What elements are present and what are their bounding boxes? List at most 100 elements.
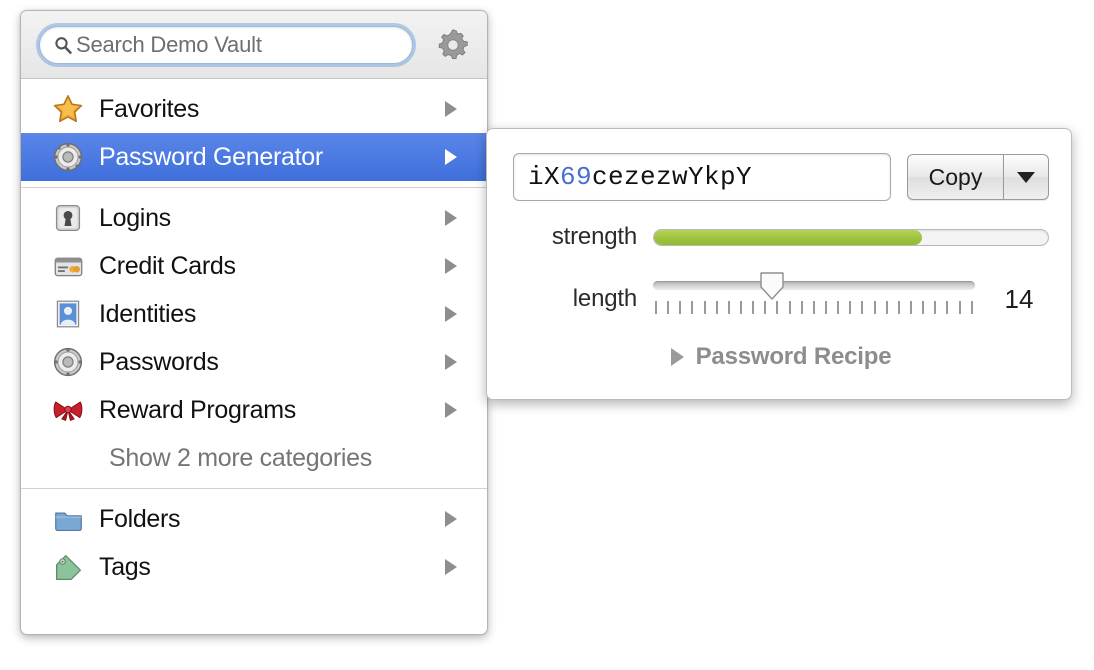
copy-button[interactable]: Copy — [907, 154, 1003, 200]
length-slider-thumb[interactable] — [757, 271, 787, 301]
sidebar-item-label: Favorites — [99, 94, 200, 123]
search-icon — [54, 36, 72, 54]
slider-tick — [752, 301, 755, 314]
password-generator-popover: iX69cezezwYkpY Copy strength length 14 P… — [486, 128, 1072, 400]
password-segment-digits: 69 — [560, 162, 593, 192]
slider-tick — [837, 301, 840, 314]
sidebar-item-identities[interactable]: Identities — [21, 290, 487, 338]
slider-tick — [958, 301, 961, 314]
sidebar-item-label: Tags — [99, 552, 151, 581]
length-label: length — [572, 285, 637, 312]
password-recipe-label: Password Recipe — [695, 343, 892, 370]
chevron-right-icon — [445, 354, 469, 370]
slider-tick — [970, 301, 973, 314]
tag-icon — [51, 550, 85, 584]
sidebar-item-label: Logins — [99, 203, 171, 232]
chevron-right-icon — [445, 511, 469, 527]
slider-tick — [727, 301, 730, 314]
search-placeholder: Search Demo Vault — [76, 31, 262, 57]
sidebar-item-passwords[interactable]: Passwords — [21, 338, 487, 386]
slider-tick — [788, 301, 791, 314]
show-more-categories-label: Show 2 more categories — [109, 443, 372, 472]
slider-tick — [934, 301, 937, 314]
credit-card-icon — [51, 249, 85, 283]
slider-tick — [897, 301, 900, 314]
strength-row: strength — [513, 223, 1049, 251]
chevron-right-icon — [445, 402, 469, 418]
password-segment: iX — [528, 162, 561, 192]
length-row: length 14 — [513, 271, 1049, 325]
sidebar-item-label: Folders — [99, 504, 181, 533]
slider-tick — [873, 301, 876, 314]
slider-tick — [764, 301, 767, 314]
bow-icon — [51, 393, 85, 427]
strength-label: strength — [551, 223, 637, 250]
chevron-right-icon — [445, 210, 469, 226]
strength-meter-fill — [654, 229, 922, 245]
star-icon — [51, 92, 85, 126]
person-icon — [51, 297, 85, 331]
sidebar-item-label: Reward Programs — [99, 395, 296, 424]
search-input[interactable]: Search Demo Vault — [39, 25, 413, 64]
sidebar-item-password-generator[interactable]: Password Generator — [21, 133, 487, 181]
sidebar-item-tags[interactable]: Tags — [21, 543, 487, 591]
sidebar-item-label: Password Generator — [99, 142, 323, 171]
chevron-right-icon — [445, 101, 469, 117]
sidebar-item-label: Passwords — [99, 347, 219, 376]
show-more-categories-button[interactable]: Show 2 more categories — [21, 434, 487, 482]
slider-tick — [922, 301, 925, 314]
menu-list: Favorites Password Generator Logins Cred… — [21, 79, 487, 597]
length-value: 14 — [1004, 283, 1034, 314]
dial-icon — [51, 345, 85, 379]
folder-icon — [51, 502, 85, 536]
slider-tick — [885, 301, 888, 314]
sidebar-item-favorites[interactable]: Favorites — [21, 85, 487, 133]
sidebar-item-label: Credit Cards — [99, 251, 236, 280]
menu-group-organizers: Folders Tags — [21, 489, 487, 597]
copy-button-group: Copy — [907, 154, 1049, 200]
slider-tick — [667, 301, 670, 314]
slider-tick — [849, 301, 852, 314]
slider-tick — [909, 301, 912, 314]
chevron-right-icon — [445, 559, 469, 575]
copy-menu-button[interactable] — [1003, 154, 1049, 200]
password-recipe-toggle[interactable]: Password Recipe — [513, 343, 1049, 371]
length-slider-track — [653, 281, 975, 290]
slider-tick — [739, 301, 742, 314]
slider-tick — [812, 301, 815, 314]
slider-tick — [861, 301, 864, 314]
length-slider-ticks — [655, 301, 973, 315]
screen: Search Demo Vault Favorites Password Gen… — [0, 0, 1094, 670]
chevron-right-icon — [445, 306, 469, 322]
length-slider[interactable] — [653, 271, 975, 325]
slider-tick — [691, 301, 694, 314]
disclosure-triangle-icon — [670, 348, 684, 366]
menu-group-categories: Logins Credit Cards Identities Passwords… — [21, 188, 487, 488]
chevron-right-icon — [445, 258, 469, 274]
sidebar-item-logins[interactable]: Logins — [21, 194, 487, 242]
sidebar-item-credit-cards[interactable]: Credit Cards — [21, 242, 487, 290]
sidebar-item-folders[interactable]: Folders — [21, 495, 487, 543]
chevron-right-icon — [445, 149, 469, 165]
slider-tick — [824, 301, 827, 314]
dial-icon — [51, 140, 85, 174]
generated-password-field[interactable]: iX69cezezwYkpY — [513, 153, 891, 201]
keyhole-icon — [51, 201, 85, 235]
menu-group-favorites: Favorites Password Generator — [21, 79, 487, 187]
strength-meter — [653, 228, 1049, 246]
main-menu-panel: Search Demo Vault Favorites Password Gen… — [20, 10, 488, 635]
slider-tick — [703, 301, 706, 314]
slider-tick — [776, 301, 779, 314]
search-header: Search Demo Vault — [21, 11, 487, 79]
sidebar-item-reward-programs[interactable]: Reward Programs — [21, 386, 487, 434]
slider-tick — [715, 301, 718, 314]
gear-icon[interactable] — [433, 25, 473, 65]
generated-password-value: iX69cezezwYkpY — [528, 162, 752, 192]
sidebar-item-label: Identities — [99, 299, 197, 328]
slider-tick — [655, 301, 657, 314]
slider-tick — [679, 301, 682, 314]
slider-tick — [800, 301, 803, 314]
password-row: iX69cezezwYkpY Copy — [513, 153, 1049, 201]
password-segment: cezezwYkpY — [592, 162, 753, 192]
slider-tick — [946, 301, 949, 314]
